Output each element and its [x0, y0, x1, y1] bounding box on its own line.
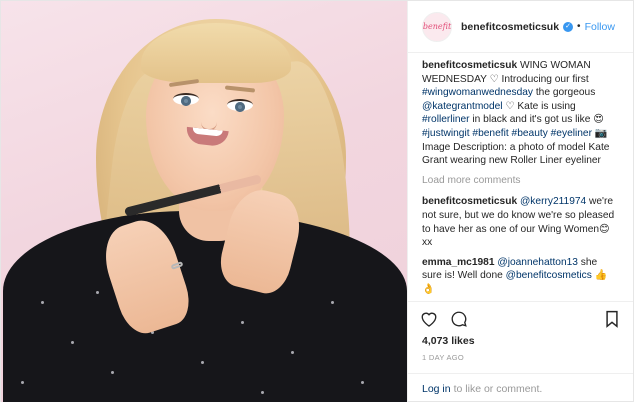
comment-icon[interactable]	[450, 310, 468, 328]
left-eye	[173, 93, 199, 106]
caption-username[interactable]: benefitcosmeticsuk	[422, 60, 517, 71]
sparkle	[71, 341, 74, 344]
login-link[interactable]: Log in	[422, 383, 451, 395]
instagram-post: benefit benefitcosmeticsuk ✓ • Follow be…	[0, 0, 634, 402]
comment-text: ♡	[489, 73, 499, 85]
comment-text: ♡ Kate is using	[502, 100, 576, 112]
sparkle	[111, 371, 114, 374]
sparkle	[201, 361, 204, 364]
hashtag-link[interactable]: #rollerliner	[422, 114, 470, 125]
load-more-comments-link[interactable]: Load more comments	[422, 174, 619, 188]
hashtag-link[interactable]: #wingwomanwednesday	[422, 87, 533, 98]
sparkle	[41, 301, 44, 304]
avatar[interactable]: benefit	[422, 11, 452, 42]
sparkle	[361, 381, 364, 384]
sparkle	[291, 351, 294, 354]
comment-username[interactable]: emma_mc1981	[422, 257, 495, 268]
post-timestamp[interactable]: 1 DAY AGO	[408, 351, 633, 373]
caption-text: WING WOMAN WEDNESDAY ♡ Introducing our f…	[422, 60, 609, 166]
post-header: benefit benefitcosmeticsuk ✓ • Follow	[408, 1, 633, 53]
caption: benefitcosmeticsuk WING WOMAN WEDNESDAY …	[422, 59, 619, 168]
sparkle	[96, 291, 99, 294]
comment-item: benefitcosmeticsuk @kerry211974 we're no…	[422, 195, 619, 249]
bookmark-icon[interactable]	[603, 310, 621, 328]
separator-dot: •	[577, 21, 581, 32]
right-eye	[227, 99, 253, 112]
action-bar	[408, 301, 633, 335]
sparkle	[331, 301, 334, 304]
hashtag-link[interactable]: #eyeliner	[551, 128, 592, 139]
login-prompt-text: to like or comment.	[453, 382, 543, 395]
sparkle	[241, 321, 244, 324]
hashtag-link[interactable]: #benefit	[472, 128, 508, 139]
hashtag-link[interactable]: #justwingit	[422, 128, 470, 139]
login-bar: Log in to like or comment.	[408, 373, 633, 402]
sparkle	[21, 381, 24, 384]
hashtag-link[interactable]: @kategrantmodel	[422, 101, 503, 112]
verified-badge-icon: ✓	[563, 21, 574, 32]
comment-text: Introducing our first	[498, 73, 589, 85]
heart-icon[interactable]	[420, 310, 438, 328]
likes-count[interactable]: 4,073 likes	[408, 335, 633, 351]
post-side-panel: benefit benefitcosmeticsuk ✓ • Follow be…	[407, 1, 633, 402]
post-username[interactable]: benefitcosmeticsuk	[461, 21, 559, 33]
comment-username[interactable]: benefitcosmeticsuk	[422, 196, 517, 207]
comment-items: benefitcosmeticsuk @kerry211974 we're no…	[422, 195, 619, 301]
post-photo[interactable]	[1, 1, 407, 402]
hashtag-link[interactable]: @kerry211974	[520, 196, 586, 207]
avatar-logo-text: benefit	[422, 22, 452, 31]
hashtag-link[interactable]: @benefitcosmetics	[506, 270, 592, 281]
comment-text: the gorgeous	[533, 87, 596, 99]
hashtag-link[interactable]: @joannehatton13	[497, 257, 578, 268]
comment-item: emma_mc1981 @joannehatton13 she sure is!…	[422, 256, 619, 297]
hashtag-link[interactable]: #beauty	[512, 128, 548, 139]
comments-list[interactable]: benefitcosmeticsuk WING WOMAN WEDNESDAY …	[408, 53, 633, 301]
follow-button[interactable]: Follow	[585, 21, 615, 33]
comment-text: in black and it's got us like 😍	[469, 114, 604, 126]
sparkle	[261, 391, 264, 394]
